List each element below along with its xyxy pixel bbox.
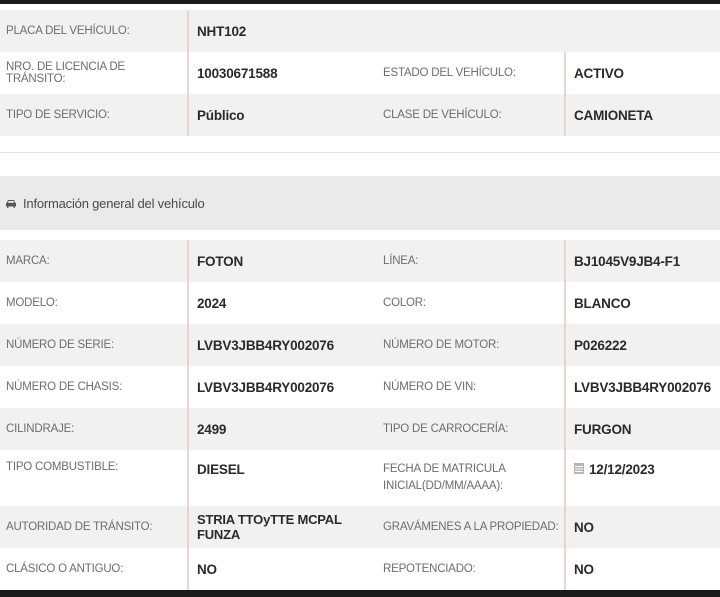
- value-licencia: 10030671588: [187, 52, 377, 94]
- fecha-matricula-text: 12/12/2023: [589, 462, 655, 477]
- table-row: CILINDRAJE: 2499 TIPO DE CARROCERÍA: FUR…: [0, 408, 720, 450]
- value-placa: NHT102: [187, 10, 377, 52]
- vehicle-details-panel: PLACA DEL VEHÍCULO: NHT102 NRO. DE LICEN…: [0, 4, 720, 590]
- label-tipo-servicio: TIPO DE SERVICIO:: [6, 109, 110, 121]
- table-row: TIPO COMBUSTIBLE: DIESEL FECHA DE MATRIC…: [0, 450, 720, 506]
- label-chasis: NÚMERO DE CHASIS:: [6, 381, 123, 393]
- value-motor: P026222: [564, 324, 720, 366]
- value-autoridad: STRIA TTOyTTE MCPAL FUNZA: [187, 506, 377, 548]
- label-gravamenes: GRAVÁMENES A LA PROPIEDAD:: [383, 521, 559, 533]
- label-combustible: TIPO COMBUSTIBLE:: [6, 461, 119, 473]
- value-estado: ACTIVO: [564, 52, 720, 94]
- value-tipo-servicio: Público: [187, 94, 377, 136]
- label-marca: MARCA:: [6, 255, 50, 267]
- label-clasico: CLÁSICO O ANTIGUO:: [6, 563, 124, 575]
- value-chasis: LVBV3JBB4RY002076: [187, 366, 377, 408]
- calendar-icon: [574, 463, 584, 474]
- label-clase: CLASE DE VEHÍCULO:: [383, 109, 502, 121]
- table-row: CLÁSICO O ANTIGUO: NO REPOTENCIADO: NO: [0, 548, 720, 590]
- label-cilindraje: CILINDRAJE:: [6, 423, 75, 435]
- label-placa: PLACA DEL VEHÍCULO:: [6, 25, 130, 37]
- label-fecha-matricula-line1: FECHA DE MATRICULA: [383, 463, 506, 475]
- value-carroceria: FURGON: [564, 408, 720, 450]
- value-clase: CAMIONETA: [564, 94, 720, 136]
- label-color: COLOR:: [383, 297, 426, 309]
- section-header[interactable]: Información general del vehículo: [0, 176, 720, 230]
- value-vin: LVBV3JBB4RY002076: [564, 366, 720, 408]
- table-row: MARCA: FOTON LÍNEA: BJ1045V9JB4-F1: [0, 240, 720, 282]
- label-licencia: NRO. DE LICENCIA DE TRÁNSITO:: [6, 61, 125, 85]
- value-clasico: NO: [187, 548, 377, 590]
- table-row: AUTORIDAD DE TRÁNSITO: STRIA TTOyTTE MCP…: [0, 506, 720, 548]
- label-estado: ESTADO DEL VEHÍCULO:: [383, 67, 516, 79]
- table-row: PLACA DEL VEHÍCULO: NHT102: [0, 10, 720, 52]
- value-combustible: DIESEL: [187, 450, 377, 506]
- value-gravamenes: NO: [564, 506, 720, 548]
- value-repotenciado: NO: [564, 548, 720, 590]
- value-fecha-matricula: 12/12/2023: [564, 450, 720, 506]
- table-row: MODELO: 2024 COLOR: BLANCO: [0, 282, 720, 324]
- label-repotenciado: REPOTENCIADO:: [383, 563, 476, 575]
- label-vin: NÚMERO DE VIN:: [383, 381, 477, 393]
- label-carroceria: TIPO DE CARROCERÍA:: [383, 423, 509, 435]
- table-row: NRO. DE LICENCIA DE TRÁNSITO: 1003067158…: [0, 52, 720, 94]
- label-modelo: MODELO:: [6, 297, 58, 309]
- divider: [0, 152, 720, 153]
- value-linea: BJ1045V9JB4-F1: [564, 240, 720, 282]
- label-serie: NÚMERO DE SERIE:: [6, 339, 114, 351]
- section-title: Información general del vehículo: [23, 195, 205, 211]
- label-linea: LÍNEA:: [383, 255, 419, 267]
- value-serie: LVBV3JBB4RY002076: [187, 324, 377, 366]
- table-row: TIPO DE SERVICIO: Público CLASE DE VEHÍC…: [0, 94, 720, 136]
- label-fecha-matricula: FECHA DE MATRICULA INICIAL(DD/MM/AAAA):: [383, 450, 561, 506]
- table-row: NÚMERO DE CHASIS: LVBV3JBB4RY002076 NÚME…: [0, 366, 720, 408]
- table-row: NÚMERO DE SERIE: LVBV3JBB4RY002076 NÚMER…: [0, 324, 720, 366]
- value-cilindraje: 2499: [187, 408, 377, 450]
- label-fecha-matricula-line2: INICIAL(DD/MM/AAAA):: [383, 480, 503, 492]
- value-color: BLANCO: [564, 282, 720, 324]
- value-modelo: 2024: [187, 282, 377, 324]
- label-autoridad: AUTORIDAD DE TRÁNSITO:: [6, 521, 153, 533]
- value-marca: FOTON: [187, 240, 377, 282]
- car-icon: [6, 199, 16, 208]
- label-motor: NÚMERO DE MOTOR:: [383, 339, 500, 351]
